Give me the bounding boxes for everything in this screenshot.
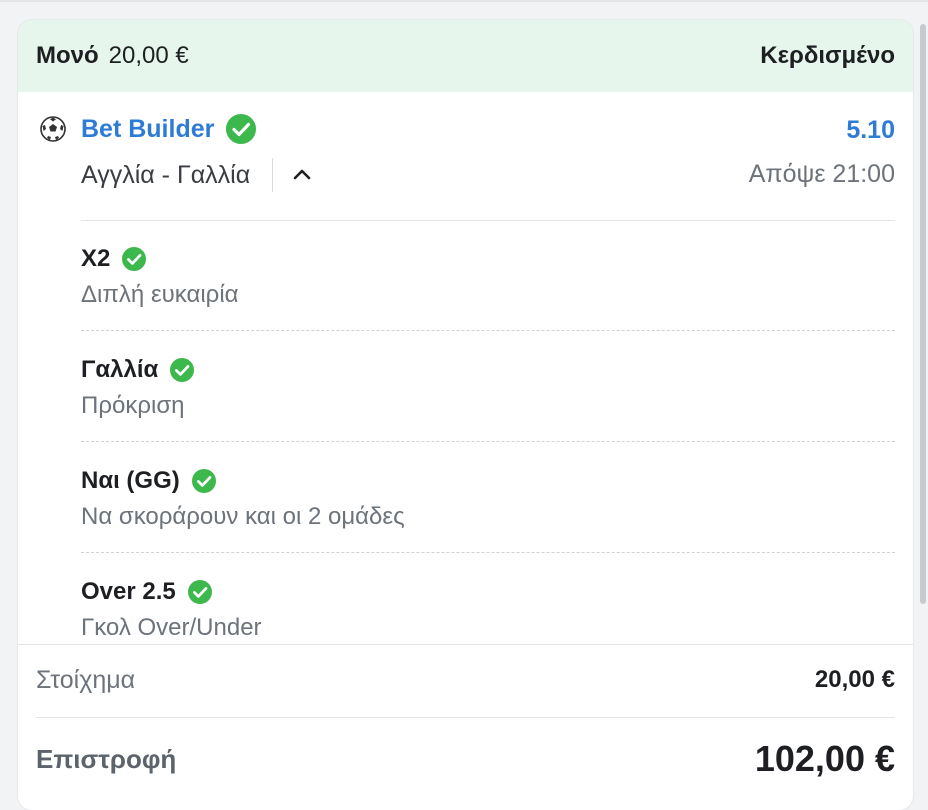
selection-market: Διπλή ευκαιρία [81,281,239,308]
selection-name: X2 [81,245,111,272]
selection-name-row: X2 [81,245,147,273]
dashed-divider [81,441,895,442]
selection-name: Ναι (GG) [81,467,180,494]
return-label: Επιστροφή [36,743,177,774]
selection-name-row: Γαλλία [81,356,195,384]
selection-market: Γκολ Over/Under [81,614,262,641]
status-badge: Κερδισμένο [760,42,895,69]
check-circle-icon [170,358,195,382]
return-value: 102,00 € [754,738,895,779]
match-row: Αγγλία - Γαλλία [81,158,313,192]
bet-card: Μονό 20,00 € Κερδισμένο Bet Builder 5.10… [18,20,913,810]
check-circle-icon [187,580,212,604]
bet-type: Μονό [36,42,99,69]
stake-row: Στοίχημα 20,00 € [36,644,895,716]
soccer-ball-icon [40,116,66,142]
top-border [0,0,928,2]
selection-item: Γαλλία Πρόκριση [81,332,895,442]
selection-name: Over 2.5 [81,578,176,605]
check-circle-icon [191,469,216,493]
vertical-divider [272,158,274,192]
match-name[interactable]: Αγγλία - Γαλλία [81,161,250,190]
chevron-up-icon[interactable] [291,164,313,186]
check-circle-icon [226,114,257,144]
scrollbar[interactable] [920,24,926,604]
selection-market: Να σκοράρουν και οι 2 ομάδες [81,503,405,530]
selection-market: Πρόκριση [81,392,185,419]
selection-name: Γαλλία [81,356,159,383]
check-circle-icon [122,247,147,271]
selection-item: X2 Διπλή ευκαιρία [81,221,895,331]
selection-name-row: Ναι (GG) [81,467,216,495]
bet-builder-title: Bet Builder [81,114,215,143]
selection-item: Ναι (GG) Να σκοράρουν και οι 2 ομάδες [81,443,895,553]
return-row: Επιστροφή 102,00 € [36,717,895,801]
dashed-divider [81,330,895,331]
stake-value: 20,00 € [814,666,895,693]
bet-amount: 20,00 € [108,42,189,69]
bet-card-header: Μονό 20,00 € Κερδισμένο [18,20,913,92]
bet-builder-title-row: Bet Builder [81,114,257,144]
stake-label: Στοίχημα [36,665,136,694]
bet-summary: Μονό 20,00 € [36,42,189,70]
selection-name-row: Over 2.5 [81,578,212,606]
dashed-divider [81,552,895,553]
match-time: Απόψε 21:00 [748,160,895,188]
total-odds: 5.10 [846,116,895,144]
